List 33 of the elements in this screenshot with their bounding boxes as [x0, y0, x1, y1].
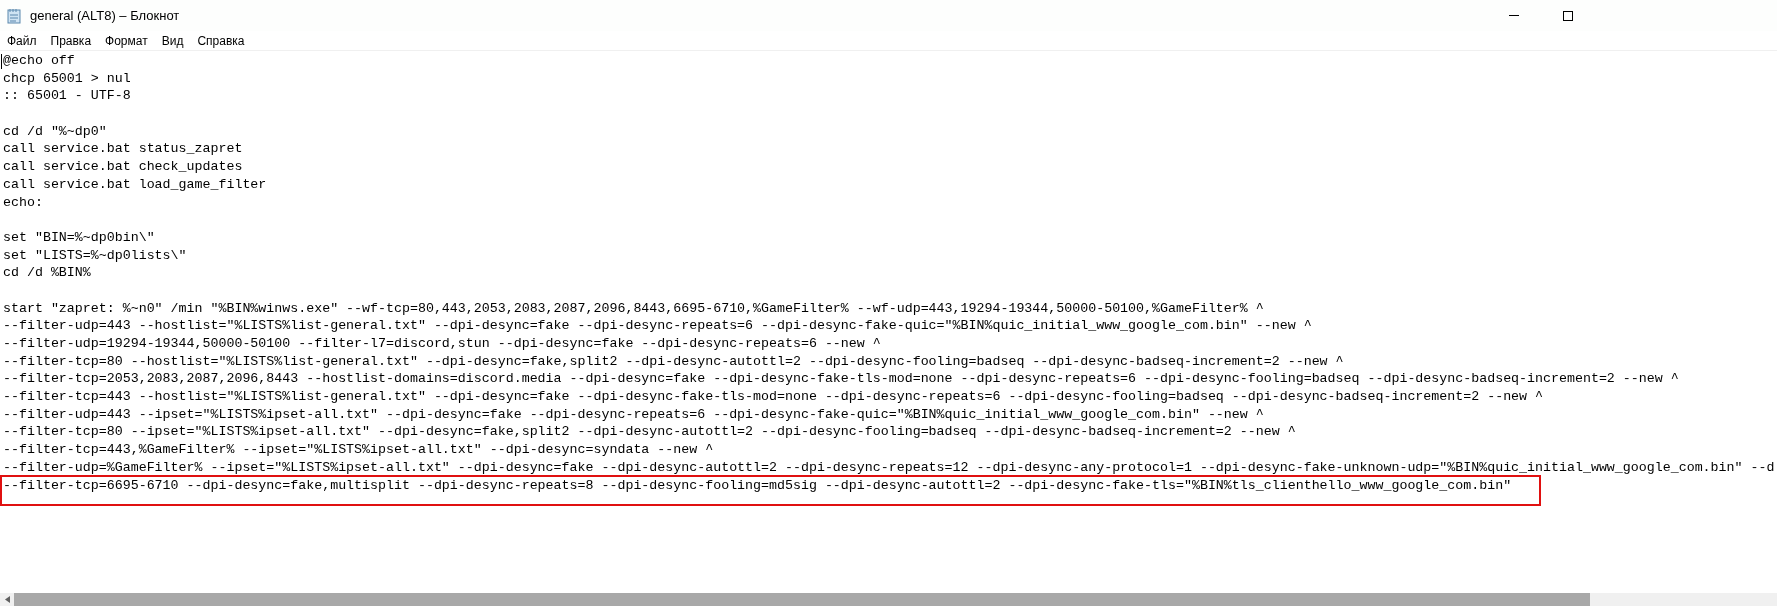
text-cursor: [1, 54, 2, 69]
code-line: chcp 65001 > nul: [3, 69, 131, 88]
code-line: set "BIN=%~dp0bin\": [3, 228, 155, 247]
code-line: echo:: [3, 193, 43, 212]
code-line: --filter-tcp=443 --hostlist="%LISTS%list-general.txt" --dpi-desync=fake --dpi-desync-fake-tls-mod=none --dpi-desync-repeats=6 --dpi-desync-fooling=badseq --dpi-desync-badseq-increment=2 --new ^: [3, 388, 1544, 406]
window-title: general (ALT8) – Блокнот: [30, 6, 180, 25]
menu-item[interactable]: Вид: [154, 31, 191, 50]
menu-item[interactable]: Формат: [98, 31, 155, 50]
code-line: cd /d "%~dp0": [3, 122, 107, 141]
code-line: --filter-tcp=80 --ipset="%LISTS%ipset-all.txt" --dpi-desync=fake,split2 --dpi-desync-autottl=2 --dpi-desync-fooling=badseq --dpi-desync-badseq-increment=2 --new ^: [3, 423, 1296, 442]
code-line: @echo off: [3, 52, 75, 70]
code-line: --filter-tcp=443,%GameFilter% --ipset="%LISTS%ipset-all.txt" --dpi-desync=syndata --new ^: [3, 441, 714, 459]
notepad-icon: [6, 7, 22, 24]
code-line: :: 65001 - UTF-8: [3, 87, 131, 106]
code-line: call service.bat load_game_filter: [3, 175, 267, 194]
code-line: --filter-tcp=80 --hostlist="%LISTS%list-general.txt" --dpi-desync=fake,split2 --dpi-desync-autottl=2 --dpi-desync-fooling=badseq --dpi-desync-badseq-increment=2 --new ^: [3, 352, 1344, 371]
code-line: --filter-tcp=2053,2083,2087,2096,8443 --hostlist-domains=discord.media --dpi-desync=fake --dpi-desync-fake-tls-mod=none --dpi-desync-repeats=6 --dpi-desync-fooling=badseq --dpi-desync-badseq-increment=2 --new ^: [3, 370, 1679, 389]
code-line: --filter-udp=%GameFilter% --ipset="%LISTS%ipset-all.txt" --dpi-desync=fake --dpi-desync-autottl=2 --dpi-desync-repeats=12 --dpi-desync-any-protocol=1 --dpi-desync-fake-unknown-udp="%BIN%quic_initial_www_google_com.bin" --d: [3, 458, 1775, 477]
code-line: --filter-udp=443 --hostlist="%LISTS%list-general.txt" --dpi-desync=fake --dpi-desync-repeats=6 --dpi-desync-fake-quic="%BIN%quic_initial_www_google_com.bin" --new ^: [3, 317, 1312, 335]
code-line: --filter-udp=443 --ipset="%LISTS%ipset-all.txt" --dpi-desync=fake --dpi-desync-repeats=6 --dpi-desync-fake-quic="%BIN%quic_initial_www_google_com.bin" --new ^: [3, 405, 1264, 424]
code-line: --filter-tcp=6695-6710 --dpi-desync=fake,multisplit --dpi-desync-repeats=8 --dpi-desync-fooling=md5sig --dpi-desync-autottl=2 --dpi-desync-fake-tls="%BIN%tls_clienthello_www_google_com.bin": [3, 476, 1512, 494]
code-line: call service.bat check_updates: [3, 158, 243, 176]
code-line: set "LISTS=%~dp0lists\": [3, 246, 187, 265]
menu-item[interactable]: Справка: [190, 31, 252, 50]
code-line: cd /d %BIN%: [3, 264, 91, 282]
menu-item[interactable]: Правка: [43, 31, 99, 50]
code-line: call service.bat status_zapret: [3, 140, 243, 159]
scroll-left-icon: [4, 596, 10, 603]
minimize-icon: [1509, 15, 1519, 16]
menu-item[interactable]: Файл: [0, 31, 44, 50]
code-line: --filter-udp=19294-19344,50000-50100 --filter-l7=discord,stun --dpi-desync=fake --dpi-desync-repeats=6 --new ^: [3, 335, 881, 353]
maximize-icon: [1563, 10, 1573, 21]
code-line: start "zapret: %~n0" /min "%BIN%winws.exe" --wf-tcp=80,443,2053,2083,2087,2096,8443,6695-6710,%GameFilter% --wf-udp=443,19294-19344,50000-50100,%GameFilter% ^: [3, 299, 1264, 318]
